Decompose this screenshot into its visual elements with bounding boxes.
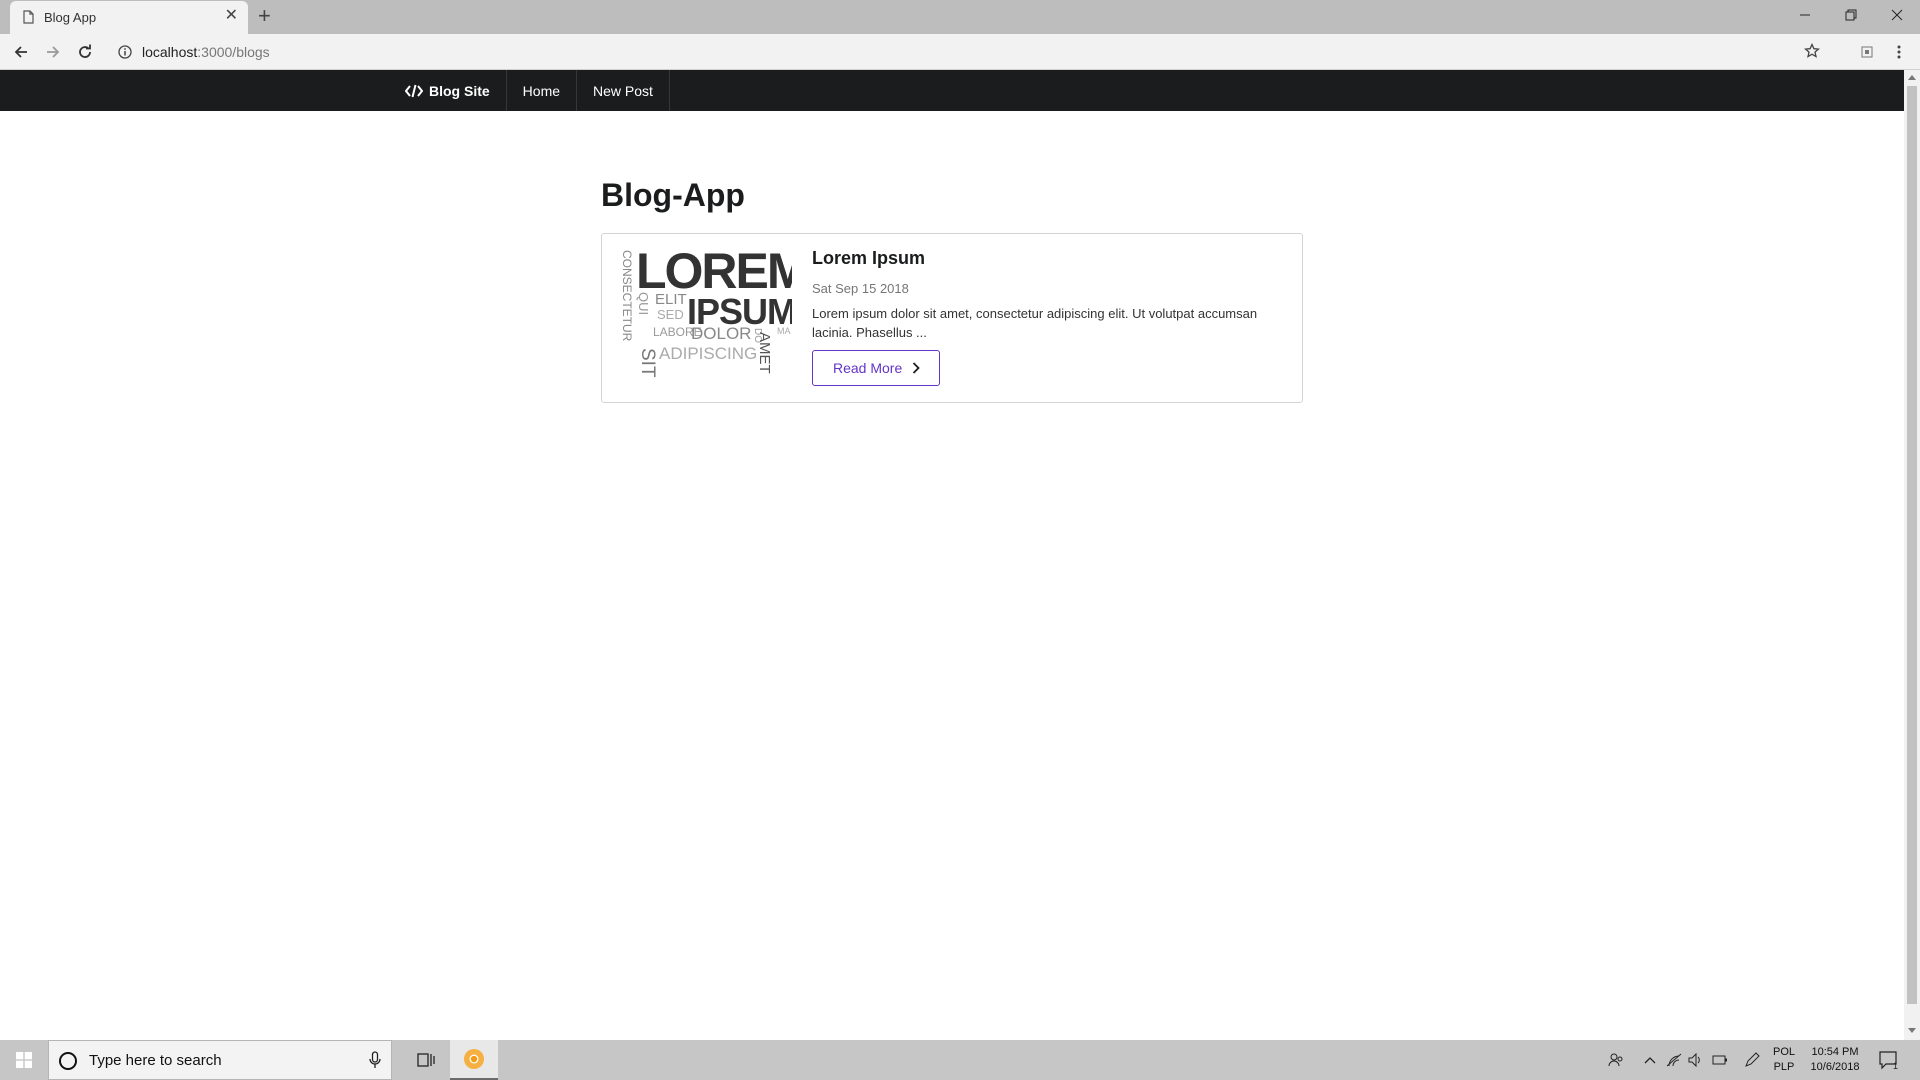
- word-amet: AMET: [756, 332, 773, 374]
- url-text: localhost:3000/blogs: [142, 44, 270, 60]
- language-line-2: PLP: [1773, 1061, 1795, 1073]
- battery-icon[interactable]: [1710, 1040, 1730, 1080]
- bookmark-star-icon[interactable]: [1804, 43, 1820, 59]
- chevron-up-icon[interactable]: [1640, 1040, 1660, 1080]
- brand-link[interactable]: Blog Site: [389, 70, 507, 111]
- network-icon[interactable]: [1664, 1040, 1684, 1080]
- close-tab-icon[interactable]: ✕: [225, 8, 238, 24]
- page-title: Blog-App: [601, 177, 745, 213]
- taskbar-search-box[interactable]: Type here to search: [48, 1040, 392, 1080]
- restore-icon[interactable]: [1828, 0, 1874, 30]
- info-icon[interactable]: [118, 45, 132, 59]
- volume-icon[interactable]: [1686, 1040, 1706, 1080]
- scroll-down-icon[interactable]: [1908, 1028, 1916, 1034]
- read-more-label: Read More: [833, 360, 903, 376]
- windows-start-icon[interactable]: [0, 1040, 48, 1080]
- word-elit: ELIT: [655, 291, 687, 308]
- extension-icon[interactable]: [1856, 41, 1878, 63]
- word-consectetur: CONSECTETUR: [620, 250, 634, 342]
- task-view-icon[interactable]: [402, 1040, 450, 1080]
- windows-taskbar: Type here to search POL PLP 10:54 PM 10/…: [0, 1040, 1920, 1080]
- post-content: Lorem Ipsum Sat Sep 15 2018 Lorem ipsum …: [812, 248, 1292, 386]
- menu-item-home[interactable]: Home: [507, 70, 578, 111]
- post-excerpt: Lorem ipsum dolor sit amet, consectetur …: [812, 306, 1258, 340]
- microphone-icon[interactable]: [369, 1051, 381, 1069]
- people-icon[interactable]: [1604, 1040, 1628, 1080]
- page-icon: [23, 10, 34, 24]
- browser-menu-icon[interactable]: [1888, 41, 1910, 63]
- page-viewport: Blog Site Home New Post Blog-App CONSECT…: [0, 70, 1904, 1040]
- word-adipiscing: ADIPISCING: [659, 344, 757, 363]
- cortana-icon: [59, 1052, 77, 1070]
- word-sed: SED: [657, 307, 684, 322]
- post-thumbnail[interactable]: CONSECTETUR LOREM QUI ELIT SED IPSUM LAB…: [617, 248, 792, 388]
- taskbar-search-placeholder: Type here to search: [89, 1052, 222, 1069]
- notifications-count: 1: [1893, 1061, 1898, 1070]
- browser-tab[interactable]: Blog App ✕: [10, 1, 248, 34]
- browser-toolbar: localhost:3000/blogs: [0, 34, 1920, 70]
- chrome-taskbar-icon[interactable]: [450, 1040, 498, 1080]
- chevron-right-icon: [913, 362, 921, 374]
- read-more-button[interactable]: Read More: [812, 350, 941, 386]
- new-tab-icon[interactable]: +: [258, 5, 271, 27]
- clock-time: 10:54 PM: [1811, 1046, 1859, 1058]
- post-date: Sat Sep 15 2018: [812, 281, 909, 296]
- brand-label: Blog Site: [429, 82, 490, 99]
- url-path: :3000/blogs: [197, 44, 270, 60]
- close-window-icon[interactable]: [1874, 0, 1920, 30]
- word-sit: SIT: [637, 348, 658, 378]
- address-bar[interactable]: localhost:3000/blogs: [110, 39, 1830, 65]
- clock-date: 10/6/2018: [1810, 1061, 1860, 1073]
- word-qui: QUI: [636, 292, 651, 315]
- page-scrollbar[interactable]: [1904, 70, 1920, 1040]
- language-indicator[interactable]: POL PLP: [1768, 1045, 1800, 1075]
- menu-item-new-post[interactable]: New Post: [577, 70, 670, 111]
- top-menu: Blog Site Home New Post: [0, 70, 1904, 111]
- word-ma: MA: [777, 326, 791, 336]
- scroll-up-icon[interactable]: [1908, 74, 1916, 80]
- url-host: localhost: [142, 44, 198, 60]
- tab-title: Blog App: [44, 10, 97, 25]
- back-icon[interactable]: [10, 41, 32, 63]
- post-title[interactable]: Lorem Ipsum: [812, 248, 1292, 269]
- browser-tab-strip: Blog App ✕ +: [0, 0, 1920, 34]
- minimize-icon[interactable]: [1782, 0, 1828, 30]
- reload-icon[interactable]: [74, 41, 96, 63]
- clock[interactable]: 10:54 PM 10/6/2018: [1806, 1045, 1864, 1075]
- pen-icon[interactable]: [1742, 1040, 1762, 1080]
- code-icon: [405, 84, 423, 97]
- scrollbar-thumb[interactable]: [1907, 86, 1917, 1004]
- forward-icon[interactable]: [42, 41, 64, 63]
- blog-post-card: CONSECTETUR LOREM QUI ELIT SED IPSUM LAB…: [601, 233, 1303, 403]
- language-line-1: POL: [1772, 1046, 1795, 1058]
- word-dolor: DOLOR: [691, 324, 751, 343]
- notifications-icon[interactable]: 1: [1876, 1040, 1902, 1080]
